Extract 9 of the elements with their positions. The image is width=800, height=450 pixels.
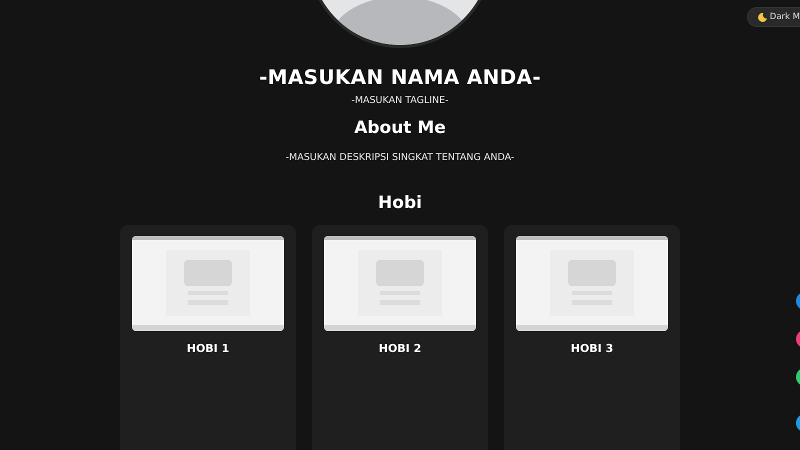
dark-mode-toggle[interactable]: Dark M <box>746 7 800 27</box>
hobby-title: HOBI 1 <box>186 342 230 355</box>
section-heading: Hobi <box>378 193 422 213</box>
profile-name: -MASUKAN NAMA ANDA- <box>259 65 541 89</box>
section-heading: About Me <box>354 118 446 138</box>
hobby-title: HOBI 3 <box>570 342 614 355</box>
description: -MASUKAN DESKRIPSI SINGKAT TENTANG ANDA- <box>286 152 514 163</box>
hobby-title: HOBI 2 <box>378 342 422 355</box>
tagline: -MASUKAN TAGLINE- <box>351 95 449 106</box>
